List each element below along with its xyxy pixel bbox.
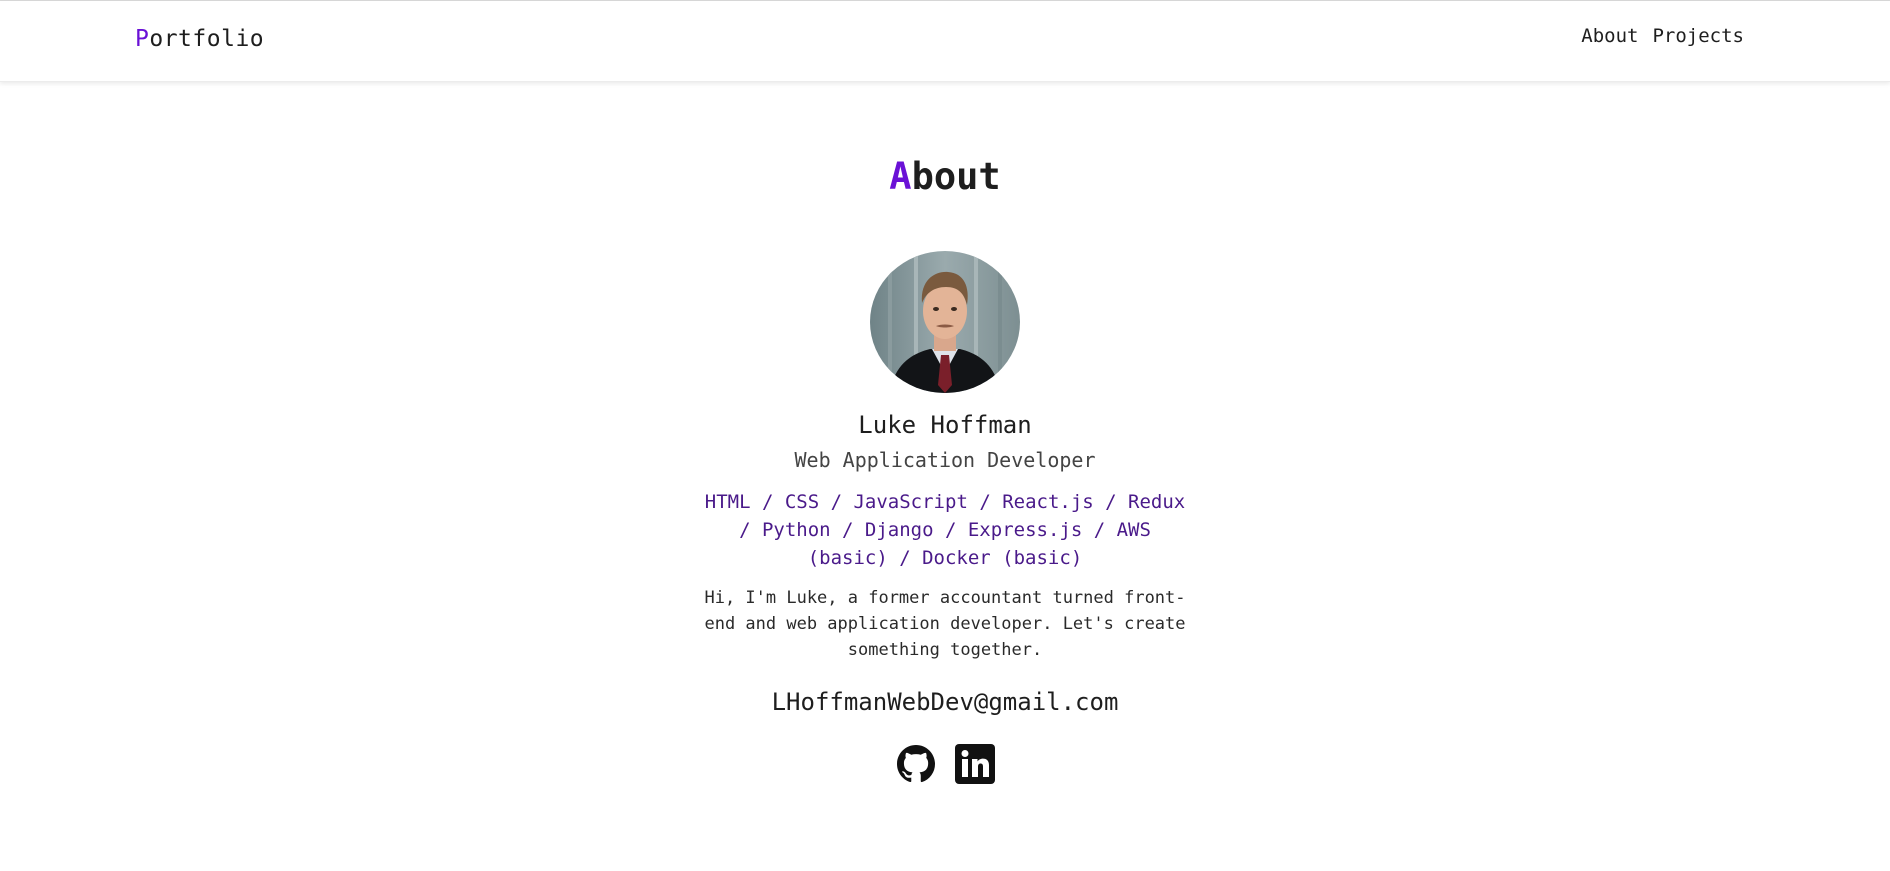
bio-text: Hi, I'm Luke, a former accountant turned…	[704, 588, 1186, 660]
linkedin-link[interactable]	[955, 744, 995, 784]
avatar	[870, 251, 1020, 393]
profile-role: Web Application Developer	[794, 448, 1096, 472]
section-title-text: bout	[911, 155, 1001, 198]
profile-name: Luke Hoffman	[858, 411, 1032, 439]
section-title-accent: A	[889, 155, 912, 198]
profile-photo	[870, 251, 1020, 393]
navbar: Portfolio About Projects	[0, 1, 1890, 82]
github-icon	[897, 745, 935, 783]
social-links	[0, 744, 1890, 784]
section-title: About	[0, 155, 1890, 198]
nav-links: About Projects	[1581, 25, 1744, 47]
skills-list: HTML / CSS / JavaScript / React.js / Red…	[704, 491, 1186, 569]
brand-text: ortfolio	[149, 26, 265, 52]
github-link[interactable]	[897, 744, 935, 784]
nav-link-about[interactable]: About	[1581, 25, 1638, 47]
brand-logo[interactable]: Portfolio	[135, 26, 264, 52]
brand-accent-letter: P	[135, 26, 150, 52]
nav-link-projects[interactable]: Projects	[1652, 25, 1744, 47]
linkedin-icon	[955, 744, 995, 784]
email-link[interactable]: LHoffmanWebDev@gmail.com	[0, 688, 1890, 716]
